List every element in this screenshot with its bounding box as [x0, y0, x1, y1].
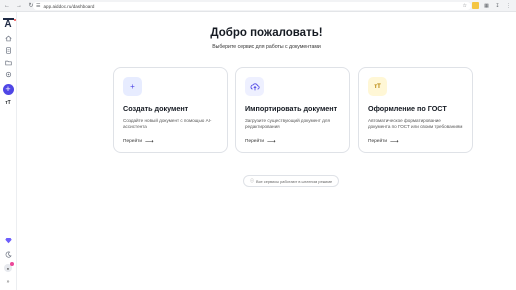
app-logo[interactable]: A [2, 18, 16, 30]
notification-badge [10, 262, 14, 266]
text-format-icon: ᴛT [368, 77, 387, 96]
user-avatar[interactable]: ● [4, 262, 14, 272]
card-action-label: Перейти [123, 139, 143, 144]
info-icon: ⓘ [250, 178, 254, 183]
cloud-upload-icon [245, 77, 264, 96]
home-icon[interactable] [4, 34, 12, 42]
status-note: ⓘ Все сервисы работают в штатном режиме [243, 175, 340, 187]
card-description: Автоматическое форматирование документа … [368, 118, 463, 130]
card-action-link[interactable]: Перейти ⟶ [245, 138, 276, 145]
main-content: Добро пожаловать! Выберите сервис для ра… [17, 12, 516, 290]
card-title: Оформление по ГОСТ [368, 104, 447, 113]
extension-icon[interactable] [472, 2, 479, 9]
site-info-icon[interactable]: ☰ [36, 3, 40, 9]
extensions-puzzle-icon[interactable]: ▦ [483, 2, 490, 9]
menu-icon[interactable]: ⋮ [505, 2, 512, 9]
card-action-link[interactable]: Перейти ⟶ [368, 138, 399, 145]
arrow-right-icon: ⟶ [267, 139, 276, 145]
card-action-link[interactable]: Перейти ⟶ [123, 138, 154, 145]
arrow-right-icon: ⟶ [145, 139, 154, 145]
folder-icon[interactable] [4, 58, 12, 66]
card-gost-formatting[interactable]: ᴛT Оформление по ГОСТ Автоматическое фор… [358, 67, 473, 153]
expand-sidebar-icon[interactable]: » [4, 278, 12, 286]
card-action-label: Перейти [368, 139, 388, 144]
card-import-document[interactable]: Импортировать документ Загрузите существ… [235, 67, 350, 153]
sidebar: A + ᴛT ● » [0, 12, 17, 290]
card-create-document[interactable]: + Создать документ Создайте новый докуме… [113, 67, 228, 153]
download-icon[interactable]: ↧ [494, 2, 501, 9]
status-text: Все сервисы работают в штатном режиме [256, 178, 333, 184]
add-document-button[interactable]: + [2, 84, 14, 95]
url-text: app.aiddoc.ru/dashboard [43, 3, 95, 9]
address-bar[interactable]: ☰ app.aiddoc.ru/dashboard ☆ [33, 2, 471, 10]
back-arrow-icon[interactable]: ← [2, 1, 12, 11]
settings-icon[interactable] [4, 70, 12, 78]
text-format-icon[interactable]: ᴛT [5, 100, 11, 106]
card-title: Импортировать документ [245, 104, 338, 113]
forward-arrow-icon[interactable]: → [14, 1, 24, 11]
browser-toolbar: ← → ↻ ☰ app.aiddoc.ru/dashboard ☆ ▦ ↧ ⋮ [0, 0, 516, 12]
page-subtitle: Выберите сервис для работы с документами [212, 44, 321, 50]
user-icon: ● [6, 265, 10, 271]
theme-toggle-icon[interactable] [4, 250, 12, 258]
card-description: Загрузите существующий документ для реда… [245, 118, 330, 130]
diamond-premium-icon[interactable] [4, 236, 12, 244]
bookmark-star-icon[interactable]: ☆ [463, 3, 467, 9]
arrow-right-icon: ⟶ [390, 139, 399, 145]
document-icon[interactable] [4, 46, 12, 54]
page-title: Добро пожаловать! [210, 27, 323, 39]
card-description: Создайте новый документ с помощью AI-асс… [123, 118, 212, 130]
card-title: Создать документ [123, 104, 189, 113]
plus-icon: + [123, 77, 142, 96]
card-action-label: Перейти [245, 139, 265, 144]
